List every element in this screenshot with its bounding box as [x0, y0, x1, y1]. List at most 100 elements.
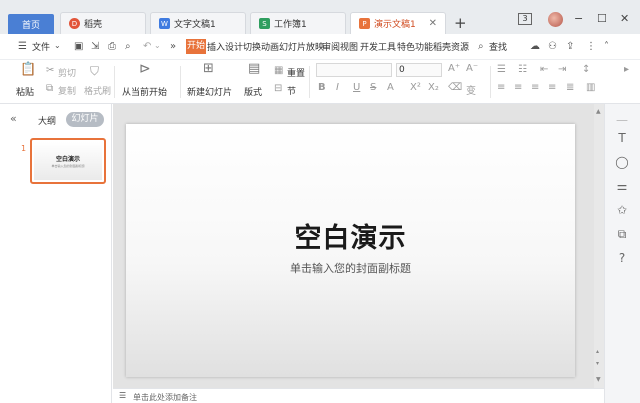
tab-home[interactable]: 首页: [8, 14, 54, 34]
format-painter-button[interactable]: 格式刷: [84, 84, 111, 97]
menu-file[interactable]: 文件: [32, 40, 50, 53]
menu-features[interactable]: 特色功能: [397, 40, 433, 53]
section-icon[interactable]: ⊟: [274, 83, 282, 94]
decrease-font-icon[interactable]: A⁻: [466, 63, 478, 74]
ribbon-more-icon[interactable]: ▸: [624, 64, 629, 75]
superscript-icon[interactable]: X²: [410, 82, 421, 93]
menu-start[interactable]: 开始: [186, 39, 206, 54]
justify-icon[interactable]: ≡: [548, 82, 556, 93]
align-center-icon[interactable]: ≡: [514, 82, 522, 93]
new-tab-button[interactable]: +: [454, 14, 467, 32]
new-slide-icon[interactable]: ⊞: [203, 61, 214, 76]
font-color-icon[interactable]: A: [387, 82, 394, 93]
undo-dropdown-icon[interactable]: ⌄: [154, 41, 161, 50]
text-icon[interactable]: T: [614, 130, 630, 146]
menu-developer[interactable]: 开发工具: [360, 40, 396, 53]
preview-icon[interactable]: ⌕: [125, 41, 131, 52]
increase-indent-icon[interactable]: ⇥: [558, 64, 566, 75]
layout-icon[interactable]: ▤: [248, 61, 260, 76]
slide-subtitle[interactable]: 单击输入您的封面副标题: [126, 260, 575, 276]
cut-icon[interactable]: ✂: [46, 65, 54, 76]
align-right-icon[interactable]: ≡: [531, 82, 539, 93]
slide-title[interactable]: 空白演示: [126, 216, 575, 255]
close-window-icon[interactable]: ✕: [620, 12, 629, 25]
search-button[interactable]: 查找: [489, 40, 507, 53]
font-name-select[interactable]: [316, 63, 392, 77]
section-button[interactable]: 节: [287, 84, 296, 97]
maximize-icon[interactable]: ☐: [597, 12, 607, 25]
font-size-select[interactable]: 0: [396, 63, 442, 77]
new-slide-button[interactable]: 新建幻灯片: [187, 85, 232, 98]
cut-button[interactable]: 剪切: [58, 66, 76, 79]
tab-slides[interactable]: 幻灯片: [66, 112, 104, 127]
distribute-icon[interactable]: ≣: [566, 82, 574, 93]
animation-icon[interactable]: ✩: [614, 202, 630, 218]
tab-outline[interactable]: 大纲: [38, 114, 56, 127]
line-spacing-icon[interactable]: ↕: [582, 64, 590, 75]
collaborate-icon[interactable]: ⚇: [548, 41, 557, 52]
save-icon[interactable]: ▣: [74, 41, 83, 52]
transition-icon[interactable]: ⧉: [614, 226, 630, 242]
menu-docer-resources[interactable]: 稻壳资源: [433, 40, 469, 53]
settings-sliders-icon[interactable]: ⚌: [614, 178, 630, 194]
slide[interactable]: 空白演示 单击输入您的封面副标题: [126, 124, 575, 377]
tab-sheet[interactable]: S 工作簿1: [250, 12, 346, 34]
collapse-panel-icon[interactable]: «: [10, 112, 17, 125]
decrease-indent-icon[interactable]: ⇤: [540, 64, 548, 75]
collapse-ribbon-icon[interactable]: ˄: [604, 41, 609, 52]
underline-icon[interactable]: U: [353, 82, 360, 93]
more-icon[interactable]: »: [170, 41, 176, 52]
menu-view[interactable]: 视图: [340, 40, 358, 53]
cloud-icon[interactable]: ☁: [530, 41, 540, 52]
tab-presentation[interactable]: P 演示文稿1 ✕: [350, 12, 446, 34]
scroll-up-icon[interactable]: ▲: [596, 108, 601, 115]
help-icon[interactable]: ?: [614, 250, 630, 266]
bullet-list-icon[interactable]: ☰: [497, 64, 506, 75]
undo-icon[interactable]: ↶: [143, 41, 151, 52]
increase-font-icon[interactable]: A⁺: [448, 63, 460, 74]
notes-placeholder[interactable]: 单击此处添加备注: [133, 392, 197, 403]
reset-button[interactable]: 重置: [287, 66, 305, 79]
scroll-down-small-icon[interactable]: ▾: [596, 360, 599, 367]
paste-icon[interactable]: 📋: [20, 62, 36, 77]
paste-button[interactable]: 粘贴: [16, 85, 34, 98]
hamburger-icon[interactable]: ☰: [18, 41, 27, 52]
menu-design[interactable]: 设计: [225, 40, 243, 53]
vertical-scrollbar[interactable]: ▲ ▴ ▾ ▼: [594, 104, 604, 388]
align-left-icon[interactable]: ≡: [497, 82, 505, 93]
menu-transition[interactable]: 切换: [243, 40, 261, 53]
layout-button[interactable]: 版式: [244, 85, 262, 98]
slide-thumbnail[interactable]: 空白演示 单击输入您的封面副标题: [30, 138, 106, 184]
numbered-list-icon[interactable]: ☷: [518, 64, 527, 75]
tab-writer[interactable]: W 文字文稿1: [150, 12, 246, 34]
from-current-button[interactable]: 从当前开始: [122, 85, 167, 98]
italic-icon[interactable]: I: [336, 82, 339, 93]
export-icon[interactable]: ⇲: [91, 41, 99, 52]
menu-review[interactable]: 审阅: [322, 40, 340, 53]
copy-button[interactable]: 复制: [58, 84, 76, 97]
avatar[interactable]: [548, 12, 563, 27]
subscript-icon[interactable]: X₂: [428, 82, 439, 93]
menu-slideshow[interactable]: 幻灯片放映: [279, 40, 324, 53]
columns-icon[interactable]: ▥: [586, 82, 595, 93]
play-icon[interactable]: ⊳: [139, 61, 151, 77]
bold-icon[interactable]: B: [318, 82, 326, 93]
notes-bar[interactable]: ☰ 单击此处添加备注: [113, 388, 604, 403]
clear-format-icon[interactable]: ⌫: [448, 82, 462, 93]
scroll-down-icon[interactable]: ▼: [596, 376, 601, 383]
copy-icon[interactable]: ⧉: [46, 83, 53, 94]
tab-docer[interactable]: D 稻壳: [60, 12, 146, 34]
format-painter-icon[interactable]: ⛉: [90, 64, 99, 79]
reset-icon[interactable]: ▦: [274, 65, 283, 76]
shape-icon[interactable]: ◯: [614, 154, 630, 170]
strikethrough-icon[interactable]: S: [370, 82, 376, 93]
window-count-badge[interactable]: 3: [518, 13, 532, 25]
scroll-up-small-icon[interactable]: ▴: [596, 348, 599, 355]
minimize-icon[interactable]: −: [574, 12, 583, 25]
chevron-down-icon[interactable]: ⌄: [54, 41, 61, 50]
close-tab-icon[interactable]: ✕: [429, 18, 437, 29]
phonetic-icon[interactable]: 变: [466, 82, 476, 97]
more-options-icon[interactable]: ⋮: [586, 41, 596, 52]
menu-animation[interactable]: 动画: [261, 40, 279, 53]
share-icon[interactable]: ⇪: [566, 41, 574, 52]
